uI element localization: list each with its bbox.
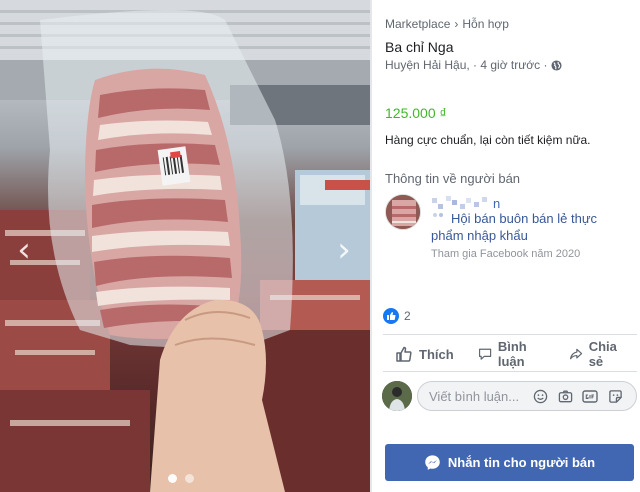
listing-price: 125.000 ₫ <box>385 105 447 121</box>
messenger-icon <box>425 455 440 470</box>
seller-group-name[interactable]: Hội bán buôn bán lẻ thực phẩm nhập khẩu <box>431 211 597 243</box>
next-photo-button[interactable]: › <box>330 232 358 268</box>
breadcrumb-category-link[interactable]: Hỗn hợp <box>462 17 509 31</box>
reactions-summary[interactable]: 2 <box>383 308 411 324</box>
listing-meta: Huyện Hải Hậu, · 4 giờ trước · <box>385 58 562 72</box>
share-label: Chia sẻ <box>588 339 617 369</box>
seller-avatar[interactable] <box>385 194 421 230</box>
like-button[interactable]: Thích <box>383 340 466 368</box>
photo-dot-1[interactable] <box>168 474 177 483</box>
seller-joined-date: Tham gia Facebook năm 2020 <box>431 248 581 260</box>
message-seller-label: Nhắn tin cho người bán <box>447 455 596 470</box>
thumbs-up-icon <box>396 346 412 362</box>
camera-icon[interactable] <box>556 387 574 405</box>
globe-icon <box>550 59 562 71</box>
seller-name-partial[interactable]: n <box>493 196 500 211</box>
sticker-icon[interactable] <box>606 387 624 405</box>
breadcrumb-marketplace-link[interactable]: Marketplace <box>385 17 450 31</box>
comment-bubble-icon <box>478 348 491 360</box>
listing-description: Hàng cực chuẩn, lại còn tiết kiệm nữa. <box>385 133 591 147</box>
current-user-avatar[interactable] <box>382 381 412 411</box>
breadcrumb: Marketplace › Hỗn hợp <box>385 17 509 31</box>
listing-photo[interactable]: ‹ › <box>0 0 370 492</box>
photo-meat-package <box>0 0 370 492</box>
comment-composer-tools <box>531 387 624 405</box>
post-actions-bar: Thích Bình luận Chia sẻ <box>383 339 637 369</box>
reaction-count: 2 <box>404 309 411 323</box>
actions-divider-top <box>383 334 637 335</box>
photo-dot-2[interactable] <box>185 474 194 483</box>
photo-pagination <box>168 474 194 483</box>
seller-avatar-image <box>386 195 420 229</box>
comment-composer[interactable] <box>417 381 637 411</box>
comment-input[interactable] <box>429 388 527 404</box>
breadcrumb-separator: › <box>454 17 459 31</box>
actions-divider-bottom <box>383 371 637 372</box>
previous-photo-button[interactable]: ‹ <box>10 232 38 268</box>
share-button[interactable]: Chia sẻ <box>557 339 637 369</box>
comment-button[interactable]: Bình luận <box>466 339 557 369</box>
message-seller-button[interactable]: Nhắn tin cho người bán <box>385 444 634 481</box>
seller-group-link[interactable]: Hội bán buôn bán lẻ thực phẩm nhập khẩu <box>431 210 631 244</box>
listing-details-panel: Marketplace › Hỗn hợp Ba chỉ Nga Huyện H… <box>372 0 640 492</box>
location-time-text: Huyện Hải Hậu, · 4 giờ trước · <box>385 58 548 72</box>
listing-title: Ba chỉ Nga <box>385 39 454 55</box>
comment-label: Bình luận <box>497 339 527 369</box>
like-reaction-icon <box>383 308 399 324</box>
gif-icon[interactable] <box>581 387 599 405</box>
like-label: Thích <box>419 346 454 362</box>
seller-info-heading: Thông tin về người bán <box>385 171 521 186</box>
emoji-icon[interactable] <box>531 387 549 405</box>
share-arrow-icon <box>569 348 582 360</box>
current-user-avatar-image <box>382 381 412 411</box>
